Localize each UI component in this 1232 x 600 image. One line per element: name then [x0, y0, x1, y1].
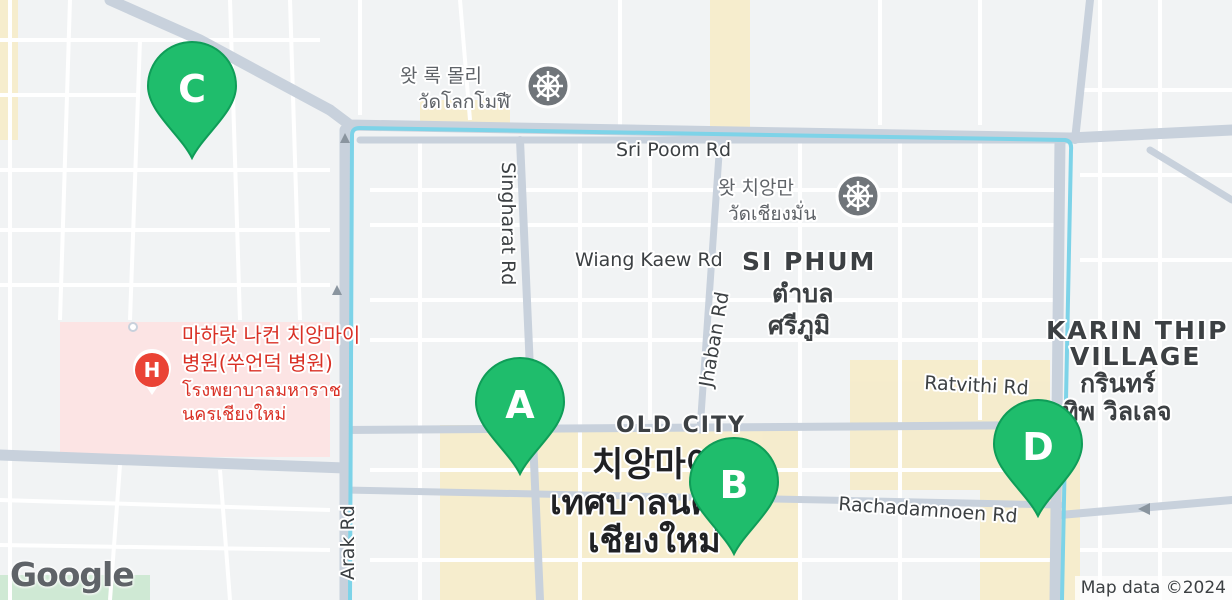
- marker-c-letter: C: [178, 67, 206, 111]
- hospital-icon-letter: H: [144, 358, 161, 382]
- label-sri-poom-rd: Sri Poom Rd: [616, 139, 731, 161]
- marker-d-letter: D: [1022, 425, 1054, 469]
- google-logo: Google: [10, 555, 135, 594]
- poi-wat-chiang-man-th[interactable]: วัดเชียงมั่น: [726, 198, 818, 227]
- area-karin-thip-th2: ทิพ วิลเลจ: [1062, 397, 1172, 426]
- area-si-phum-en: SI PHUM: [742, 247, 876, 276]
- map-canvas[interactable]: Sri Poom Rd Singharat Rd Wiang Kaew Rd J…: [0, 0, 1232, 600]
- hospital-dot: [128, 322, 138, 332]
- poi-hospital-th-1[interactable]: โรงพยาบาลมหาราช: [180, 377, 343, 403]
- poi-hospital-ko-1[interactable]: 마하랏 나컨 치앙마이: [180, 321, 362, 349]
- poi-wat-lok-moli-ko[interactable]: 왓 록 몰리: [398, 63, 484, 89]
- label-singharat-rd: Singharat Rd: [497, 162, 519, 285]
- temple-icon[interactable]: [525, 63, 571, 109]
- area-karin-thip-th1: กรินทร์: [1080, 369, 1156, 398]
- area-karin-thip-en2: VILLAGE: [1070, 342, 1201, 371]
- area-si-phum-th1: ตำบล: [772, 279, 833, 308]
- map-attribution[interactable]: Map data ©2024: [1074, 576, 1232, 600]
- poi-wat-chiang-man-ko[interactable]: 왓 치앙만: [716, 175, 796, 201]
- poi-wat-lok-moli-th[interactable]: วัดโลกโมฬี: [416, 88, 513, 115]
- area-si-phum-th2: ศรีภูมิ: [768, 311, 830, 342]
- temple-icon[interactable]: [835, 173, 881, 219]
- label-wiang-kaew-rd: Wiang Kaew Rd: [575, 249, 723, 271]
- poi-hospital-ko-2[interactable]: 병원(쑤언덕 병원): [180, 349, 335, 377]
- area-karin-thip-en1: KARIN THIP: [1046, 316, 1229, 345]
- marker-b-letter: B: [720, 463, 749, 507]
- area-old-city: OLD CITY: [616, 413, 746, 438]
- poi-hospital-th-2[interactable]: นครเชียงใหม่: [180, 401, 288, 427]
- label-arak-rd: Arak Rd: [337, 505, 359, 580]
- city-name-thai-2: เชียงใหม่: [588, 520, 721, 561]
- marker-a-letter: A: [505, 383, 535, 427]
